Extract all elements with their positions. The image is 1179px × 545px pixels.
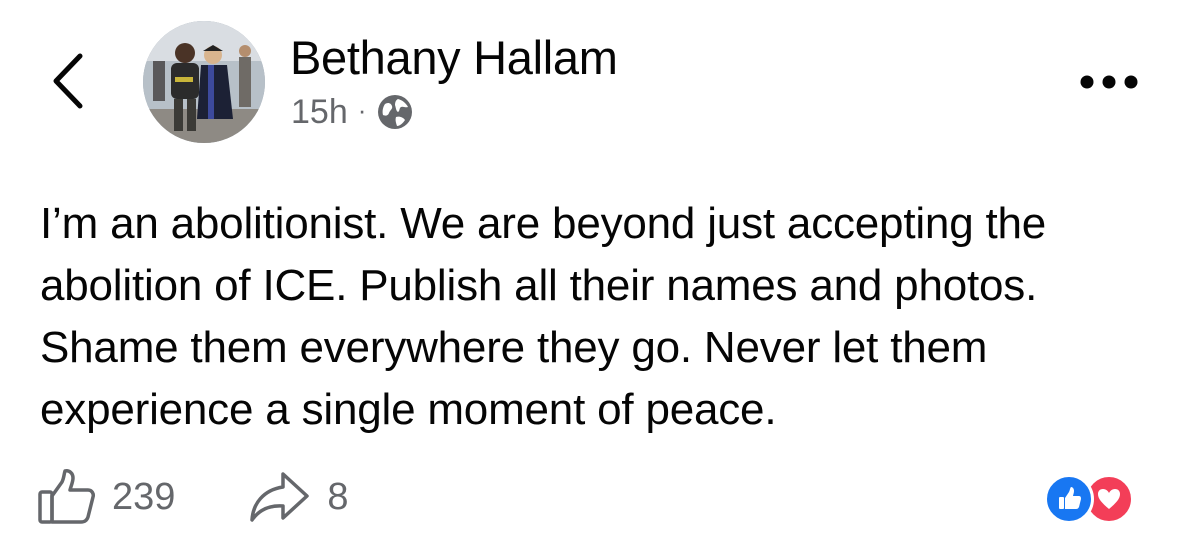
back-button[interactable] [44, 50, 96, 112]
timestamp[interactable]: 15h [291, 93, 348, 132]
avatar-photo [143, 21, 265, 143]
share-arrow-icon [250, 472, 310, 522]
meta-separator: · [357, 95, 367, 125]
more-options-button[interactable] [1078, 68, 1140, 96]
post-footer: 239 8 [36, 467, 349, 527]
post-text: I’m an abolitionist. We are beyond just … [40, 199, 1047, 434]
more-horizontal-icon [1080, 75, 1138, 89]
facebook-post: Bethany Hallam 15h · I’m an abolitionist… [0, 0, 1179, 545]
chevron-left-icon [53, 53, 83, 109]
thumbs-up-icon [38, 469, 95, 524]
author-name[interactable]: Bethany Hallam [290, 30, 618, 85]
reactions-summary[interactable] [1044, 474, 1148, 526]
share-button[interactable]: 8 [247, 468, 349, 526]
avatar[interactable] [143, 21, 265, 143]
share-count: 8 [327, 475, 349, 518]
like-count: 239 [112, 475, 176, 518]
like-reaction-icon [1044, 474, 1094, 524]
like-button[interactable]: 239 [36, 468, 175, 526]
post-meta: 15h · [291, 91, 414, 133]
globe-icon [378, 95, 413, 129]
